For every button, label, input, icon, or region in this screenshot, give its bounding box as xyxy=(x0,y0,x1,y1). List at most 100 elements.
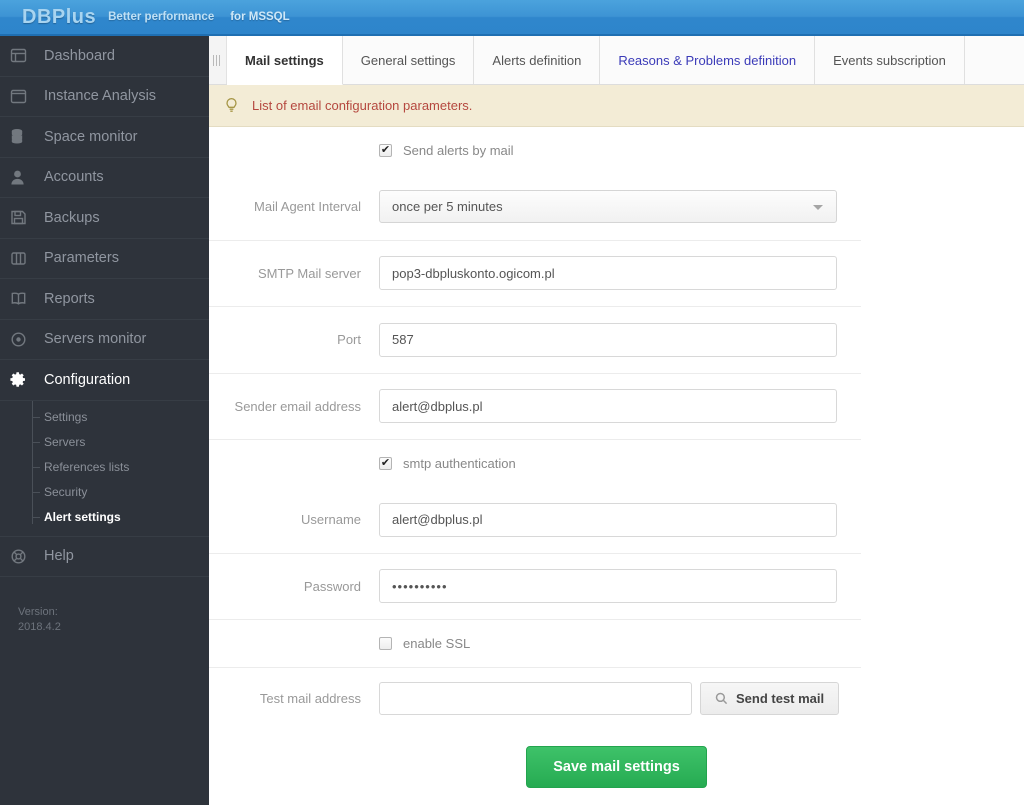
sidebar-item-label: Parameters xyxy=(44,250,119,267)
tab-label: Reasons & Problems definition xyxy=(618,52,797,68)
test-mail-label: Test mail address xyxy=(259,691,361,706)
target-icon xyxy=(10,330,36,348)
port-input[interactable] xyxy=(379,322,837,357)
send-alerts-checkbox[interactable] xyxy=(379,144,392,157)
sidebar-item-label: Backups xyxy=(44,209,100,226)
smtp-auth-checkbox[interactable] xyxy=(379,457,392,470)
sender-email-input[interactable] xyxy=(379,389,837,424)
tab-alerts-definition[interactable]: Alerts definition xyxy=(474,36,601,84)
mail-agent-interval-select[interactable]: once per 5 minutes xyxy=(379,190,837,224)
database-icon xyxy=(10,128,36,146)
version-label: Version: xyxy=(18,606,58,618)
sidebar-item-label: Accounts xyxy=(44,169,104,186)
sidebar-item-label: Instance Analysis xyxy=(44,88,157,105)
app-header: DBPlus Better performance for MSSQL xyxy=(0,0,1024,36)
tab-bar: Mail settings General settings Alerts de… xyxy=(209,36,1024,85)
gear-icon xyxy=(10,371,36,389)
sidebar-item-space-monitor[interactable]: Space monitor xyxy=(0,117,209,158)
tab-label: Mail settings xyxy=(245,52,324,68)
password-input[interactable] xyxy=(379,569,837,604)
sidebar-item-label: Reports xyxy=(44,290,95,307)
subitem-label: Security xyxy=(44,485,88,499)
chevron-down-icon xyxy=(813,204,823,210)
row-port: Port xyxy=(209,307,861,374)
subitem-alert-settings[interactable]: Alert settings xyxy=(0,505,209,530)
test-mail-input[interactable] xyxy=(379,682,692,715)
sidebar-item-backups[interactable]: Backups xyxy=(0,198,209,239)
info-banner: List of email configuration parameters. xyxy=(209,85,1024,127)
mail-settings-form: Send alerts by mail Mail Agent Interval … xyxy=(209,127,1024,788)
sidebar: Dashboard Instance Analysis Space monito… xyxy=(0,36,209,805)
tab-bar-filler xyxy=(964,36,1024,84)
help-icon xyxy=(10,547,36,565)
sidebar-item-label: Space monitor xyxy=(44,128,138,145)
smtp-server-label: SMTP Mail server xyxy=(257,265,361,281)
port-label: Port xyxy=(337,332,361,348)
info-banner-text: List of email configuration parameters. xyxy=(252,98,473,113)
sidebar-item-instance-analysis[interactable]: Instance Analysis xyxy=(0,77,209,117)
lightbulb-icon xyxy=(224,97,246,114)
send-alerts-label: Send alerts by mail xyxy=(403,143,514,158)
row-test-mail: Test mail address Send test mail xyxy=(209,667,861,729)
dashboard-icon xyxy=(10,47,36,65)
tab-reasons-problems-definition[interactable]: Reasons & Problems definition xyxy=(600,36,816,84)
row-smtp-auth: smtp authentication xyxy=(209,440,861,487)
subitem-settings[interactable]: Settings xyxy=(0,405,209,430)
sidebar-item-dashboard[interactable]: Dashboard xyxy=(0,36,209,77)
brand-product: for MSSQL xyxy=(230,11,290,23)
sidebar-item-label: Configuration xyxy=(44,371,131,388)
instance-icon xyxy=(10,87,36,105)
subitem-label: Servers xyxy=(44,435,86,449)
send-test-mail-button[interactable]: Send test mail xyxy=(700,682,840,715)
tab-events-subscription[interactable]: Events subscription xyxy=(815,36,965,84)
mail-agent-interval-label: Mail Agent Interval xyxy=(254,199,361,215)
subitem-label: Settings xyxy=(44,410,88,424)
subitem-label: Alert settings xyxy=(44,510,121,524)
row-username: Username xyxy=(209,487,861,554)
tab-label: General settings xyxy=(360,52,456,68)
sidebar-collapse-handle[interactable] xyxy=(209,36,227,84)
subitem-references-lists[interactable]: References lists xyxy=(0,455,209,480)
row-mail-agent-interval: Mail Agent Interval once per 5 minutes xyxy=(209,174,861,241)
smtp-auth-label: smtp authentication xyxy=(403,456,516,471)
subitem-servers[interactable]: Servers xyxy=(0,430,209,455)
username-input[interactable] xyxy=(379,502,837,537)
row-send-alerts: Send alerts by mail xyxy=(209,127,861,174)
enable-ssl-label: enable SSL xyxy=(403,636,471,651)
brand-tagline: Better performance xyxy=(108,11,215,23)
sidebar-item-reports[interactable]: Reports xyxy=(0,279,209,320)
sidebar-item-configuration[interactable]: Configuration xyxy=(0,360,209,401)
book-icon xyxy=(10,290,36,308)
subitem-label: References lists xyxy=(44,460,130,474)
tab-general-settings[interactable]: General settings xyxy=(342,36,475,84)
subitem-security[interactable]: Security xyxy=(0,480,209,505)
row-smtp-server: SMTP Mail server xyxy=(209,241,861,307)
password-label: Password xyxy=(303,578,361,594)
smtp-server-input[interactable] xyxy=(379,256,837,291)
columns-icon xyxy=(10,249,36,267)
version-info: Version: 2018.4.2 xyxy=(0,605,209,635)
save-icon xyxy=(10,209,36,227)
sidebar-item-help[interactable]: Help xyxy=(0,537,209,577)
tab-mail-settings[interactable]: Mail settings xyxy=(227,36,343,85)
sidebar-item-parameters[interactable]: Parameters xyxy=(0,239,209,279)
main-content: Mail settings General settings Alerts de… xyxy=(209,36,1024,805)
brand-logo: DBPlus xyxy=(22,5,97,28)
enable-ssl-checkbox[interactable] xyxy=(379,637,392,650)
sender-email-label: Sender email address xyxy=(234,398,361,414)
version-value: 2018.4.2 xyxy=(18,621,61,633)
save-button-container: Save mail settings xyxy=(209,729,1024,788)
save-mail-settings-button[interactable]: Save mail settings xyxy=(526,746,707,788)
sidebar-item-accounts[interactable]: Accounts xyxy=(0,158,209,198)
sidebar-item-label: Servers monitor xyxy=(44,331,147,348)
row-enable-ssl: enable SSL xyxy=(209,620,861,667)
row-password: Password xyxy=(209,554,861,620)
tab-label: Events subscription xyxy=(833,52,946,68)
sidebar-item-servers-monitor[interactable]: Servers monitor xyxy=(0,320,209,360)
configuration-submenu: Settings Servers References lists Securi… xyxy=(0,400,209,537)
user-icon xyxy=(10,168,36,186)
mail-agent-interval-value: once per 5 minutes xyxy=(392,199,503,215)
sidebar-item-label: Dashboard xyxy=(44,47,115,64)
send-test-mail-label: Send test mail xyxy=(736,691,825,706)
row-sender-email: Sender email address xyxy=(209,374,861,440)
